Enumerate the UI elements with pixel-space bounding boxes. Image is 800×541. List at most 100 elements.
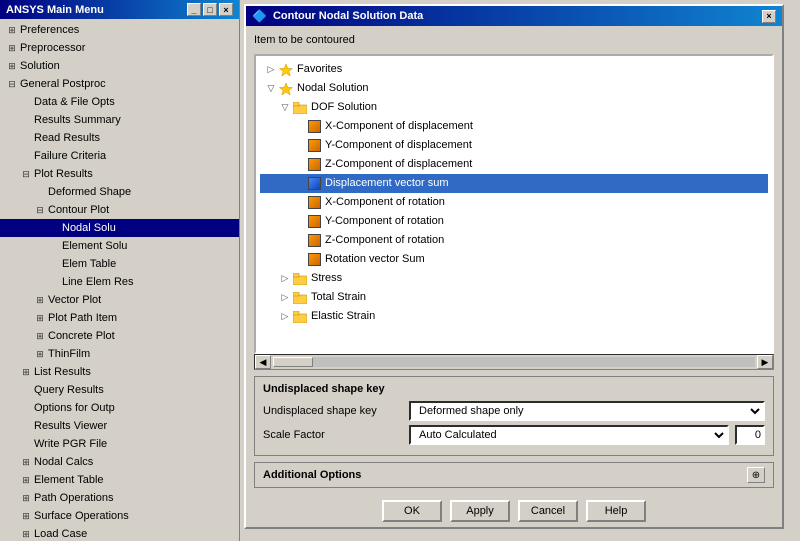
sidebar-item-thin-film[interactable]: ⊞ ThinFilm bbox=[0, 345, 239, 363]
sidebar-item-preprocessor[interactable]: ⊞ Preprocessor bbox=[0, 39, 239, 57]
star-icon bbox=[278, 81, 294, 97]
dialog-title-area: 🔷 Contour Nodal Solution Data bbox=[252, 9, 423, 23]
sidebar-item-failure-criteria[interactable]: Failure Criteria bbox=[0, 147, 239, 165]
cancel-button[interactable]: Cancel bbox=[518, 500, 578, 522]
apply-button[interactable]: Apply bbox=[450, 500, 510, 522]
sidebar-item-label: Contour Plot bbox=[48, 202, 109, 218]
collapse-additional-button[interactable]: ⊕ bbox=[747, 467, 765, 483]
node-label: Y-Component of displacement bbox=[325, 137, 472, 154]
node-label: Displacement vector sum bbox=[325, 175, 449, 192]
expand-icon: ⊞ bbox=[18, 508, 34, 524]
node-total-strain[interactable]: ▷ Total Strain bbox=[260, 288, 768, 307]
node-label: Y-Component of rotation bbox=[325, 213, 444, 230]
horizontal-scrollbar[interactable]: ◀ ▶ bbox=[254, 354, 774, 370]
node-z-rotation[interactable]: Z-Component of rotation bbox=[260, 231, 768, 250]
sidebar-item-results-summary[interactable]: Results Summary bbox=[0, 111, 239, 129]
sidebar-item-label: Surface Operations bbox=[34, 508, 129, 524]
sidebar-item-elem-table[interactable]: Elem Table bbox=[0, 255, 239, 273]
orange-cube-icon bbox=[306, 214, 322, 230]
dialog-close-button[interactable]: × bbox=[762, 10, 776, 23]
ok-button[interactable]: OK bbox=[382, 500, 442, 522]
undisplaced-key-row: Undisplaced shape key Deformed shape onl… bbox=[263, 401, 765, 421]
sidebar-item-path-operations[interactable]: ⊞ Path Operations bbox=[0, 489, 239, 507]
sidebar-item-options-outp[interactable]: Options for Outp bbox=[0, 399, 239, 417]
sidebar-item-label: Preprocessor bbox=[20, 40, 85, 56]
node-rotation-vector-sum[interactable]: Rotation vector Sum bbox=[260, 250, 768, 269]
expand-icon bbox=[18, 112, 34, 128]
sidebar-item-list-results[interactable]: ⊞ List Results bbox=[0, 363, 239, 381]
node-disp-vector-sum[interactable]: Displacement vector sum bbox=[260, 174, 768, 193]
sidebar-item-line-elem-res[interactable]: Line Elem Res bbox=[0, 273, 239, 291]
sidebar-item-vector-plot[interactable]: ⊞ Vector Plot bbox=[0, 291, 239, 309]
node-favorites[interactable]: ▷ Favorites bbox=[260, 60, 768, 79]
sidebar-item-load-case[interactable]: ⊞ Load Case bbox=[0, 525, 239, 541]
sidebar-item-label: Data & File Opts bbox=[34, 94, 115, 110]
node-label: Favorites bbox=[297, 61, 342, 78]
expand-icon bbox=[18, 400, 34, 416]
sidebar-item-label: Load Case bbox=[34, 526, 87, 541]
node-label: DOF Solution bbox=[311, 99, 377, 116]
expand-icon bbox=[18, 418, 34, 434]
sidebar-item-nodal-calcs[interactable]: ⊞ Nodal Calcs bbox=[0, 453, 239, 471]
sidebar-item-nodal-solu[interactable]: Nodal Solu bbox=[0, 219, 239, 237]
sidebar-item-read-results[interactable]: Read Results bbox=[0, 129, 239, 147]
sidebar-item-label: Concrete Plot bbox=[48, 328, 115, 344]
node-x-displacement[interactable]: X-Component of displacement bbox=[260, 117, 768, 136]
sidebar-item-element-table[interactable]: ⊞ Element Table bbox=[0, 471, 239, 489]
scale-factor-select[interactable]: Auto Calculated Manual bbox=[409, 425, 729, 445]
sidebar-item-solution[interactable]: ⊞ Solution bbox=[0, 57, 239, 75]
minimize-button[interactable]: _ bbox=[187, 3, 201, 16]
sidebar-item-label: Element Solu bbox=[62, 238, 127, 254]
scale-factor-input[interactable] bbox=[735, 425, 765, 445]
orange-cube-icon bbox=[306, 252, 322, 268]
node-z-displacement[interactable]: Z-Component of displacement bbox=[260, 155, 768, 174]
sidebar-item-element-solu[interactable]: Element Solu bbox=[0, 237, 239, 255]
folder-icon bbox=[292, 100, 308, 116]
scale-factor-row: Scale Factor Auto Calculated Manual bbox=[263, 425, 765, 445]
expand-icon: ▽ bbox=[264, 80, 278, 97]
sidebar-item-label: Plot Results bbox=[34, 166, 93, 182]
close-button[interactable]: × bbox=[219, 3, 233, 16]
item-to-contour-label: Item to be contoured bbox=[254, 34, 774, 46]
sidebar-item-surface-operations[interactable]: ⊞ Surface Operations bbox=[0, 507, 239, 525]
help-button[interactable]: Help bbox=[586, 500, 646, 522]
sidebar-item-query-results[interactable]: Query Results bbox=[0, 381, 239, 399]
sidebar-item-label: Read Results bbox=[34, 130, 100, 146]
node-label: Nodal Solution bbox=[297, 80, 369, 97]
undisplaced-key-select[interactable]: Deformed shape only Undeformed shape Bot… bbox=[409, 401, 765, 421]
node-elastic-strain[interactable]: ▷ Elastic Strain bbox=[260, 307, 768, 326]
scroll-right-btn[interactable]: ▶ bbox=[757, 355, 773, 369]
expand-icon: ⊞ bbox=[18, 472, 34, 488]
scroll-left-btn[interactable]: ◀ bbox=[255, 355, 271, 369]
undisplaced-section-title: Undisplaced shape key bbox=[263, 383, 765, 395]
sidebar-item-general-postproc[interactable]: ⊟ General Postproc bbox=[0, 75, 239, 93]
node-x-rotation[interactable]: X-Component of rotation bbox=[260, 193, 768, 212]
sidebar-item-label: Write PGR File bbox=[34, 436, 107, 452]
scroll-thumb[interactable] bbox=[273, 357, 313, 367]
node-y-displacement[interactable]: Y-Component of displacement bbox=[260, 136, 768, 155]
sidebar-item-label: List Results bbox=[34, 364, 91, 380]
node-nodal-solution[interactable]: ▽ Nodal Solution bbox=[260, 79, 768, 98]
sidebar-item-label: Preferences bbox=[20, 22, 79, 38]
sidebar-item-plot-results[interactable]: ⊟ Plot Results bbox=[0, 165, 239, 183]
sidebar-item-plot-path-item[interactable]: ⊞ Plot Path Item bbox=[0, 309, 239, 327]
sidebar-item-label: Query Results bbox=[34, 382, 104, 398]
sidebar-item-data-file-opts[interactable]: Data & File Opts bbox=[0, 93, 239, 111]
node-dof-solution[interactable]: ▽ DOF Solution bbox=[260, 98, 768, 117]
sidebar-item-deformed-shape[interactable]: Deformed Shape bbox=[0, 183, 239, 201]
sidebar-item-results-viewer[interactable]: Results Viewer bbox=[0, 417, 239, 435]
expand-icon: ▷ bbox=[278, 270, 292, 287]
contour-tree-list[interactable]: ▷ Favorites ▽ Nodal Solution ▽ bbox=[254, 54, 774, 354]
expand-icon bbox=[32, 184, 48, 200]
node-stress[interactable]: ▷ Stress bbox=[260, 269, 768, 288]
node-label: Rotation vector Sum bbox=[325, 251, 425, 268]
sidebar-item-concrete-plot[interactable]: ⊞ Concrete Plot bbox=[0, 327, 239, 345]
node-y-rotation[interactable]: Y-Component of rotation bbox=[260, 212, 768, 231]
sidebar-item-preferences[interactable]: ⊞ Preferences bbox=[0, 21, 239, 39]
maximize-button[interactable]: □ bbox=[203, 3, 217, 16]
sidebar-item-write-pgr-file[interactable]: Write PGR File bbox=[0, 435, 239, 453]
sidebar-item-label: Results Viewer bbox=[34, 418, 107, 434]
expand-icon bbox=[46, 238, 62, 254]
sidebar-item-contour-plot[interactable]: ⊟ Contour Plot bbox=[0, 201, 239, 219]
undisplaced-key-label: Undisplaced shape key bbox=[263, 405, 403, 417]
